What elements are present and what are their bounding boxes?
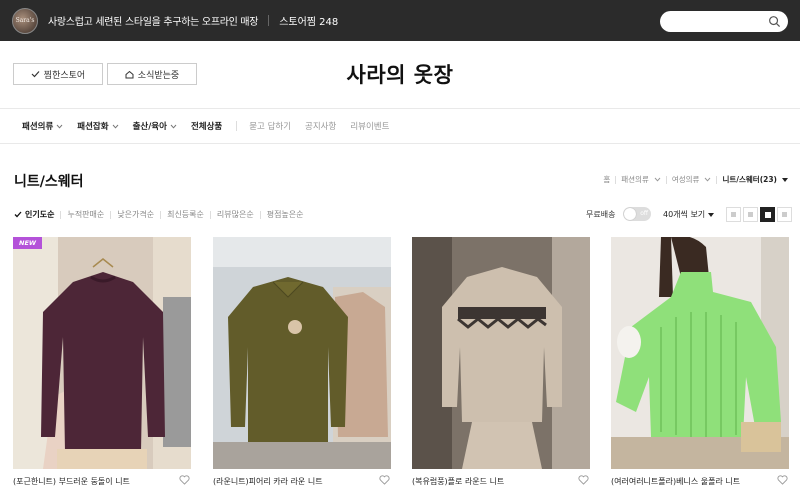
sort-high-rating[interactable]: 평점높은순 <box>267 209 304 220</box>
new-badge: NEW <box>13 237 43 249</box>
product-photo-khaki-knit <box>213 237 391 469</box>
store-avatar[interactable]: Sara's <box>12 7 38 34</box>
product-name[interactable]: (여러여러니트폴라)베니스 울폴라 니트 <box>611 476 789 487</box>
nav-link-review-event[interactable]: 리뷰이벤트 <box>350 120 389 132</box>
breadcrumb-item[interactable]: 여성의류 <box>672 174 700 185</box>
heart-icon[interactable] <box>777 475 788 485</box>
product-image[interactable]: NEW <box>13 237 191 469</box>
toggle-knob <box>624 208 636 220</box>
heart-icon[interactable] <box>578 475 589 485</box>
product-image[interactable] <box>412 237 590 469</box>
sort-popular[interactable]: 인기도순 <box>14 209 54 220</box>
divider <box>665 175 667 184</box>
divider <box>615 175 617 184</box>
product-card[interactable]: NEW (포근한니트) 부드러운 둥돌이 니트 <box>13 237 191 487</box>
divider <box>110 210 112 219</box>
sort-newest[interactable]: 최신등록순 <box>167 209 204 220</box>
heart-icon[interactable] <box>379 475 390 485</box>
view-grid-4-button[interactable] <box>760 207 775 222</box>
divider <box>160 210 162 219</box>
view-grid-2-button[interactable] <box>743 207 758 222</box>
divider <box>236 121 238 131</box>
nav-label: 패션잡화 <box>77 122 109 132</box>
divider <box>716 175 718 184</box>
free-shipping-toggle[interactable]: off <box>623 207 651 221</box>
product-image[interactable] <box>213 237 391 469</box>
caret-down-icon <box>782 177 788 182</box>
divider <box>0 143 800 144</box>
divider <box>209 210 211 219</box>
divider <box>268 15 270 26</box>
product-name[interactable]: (포근한니트) 부드러운 둥돌이 니트 <box>13 476 191 487</box>
sort-most-reviews[interactable]: 리뷰많은순 <box>217 209 254 220</box>
nav-label: 패션의류 <box>22 122 54 132</box>
store-pick-count[interactable]: 스토어찜 248 <box>279 13 338 28</box>
nav-item-fashion-goods[interactable]: 패션잡화 <box>77 120 118 132</box>
chevron-down-icon <box>112 124 118 129</box>
breadcrumb-item[interactable]: 패션의류 <box>621 174 649 185</box>
sort-low-price[interactable]: 낮은가격순 <box>117 209 154 220</box>
category-title: 니트/스웨터 <box>14 174 84 190</box>
per-page-label: 40개씩 보기 <box>663 210 706 219</box>
grid-view-icon <box>764 211 771 218</box>
free-shipping-label: 무료배송 <box>586 210 616 219</box>
divider <box>0 108 800 109</box>
chevron-down-icon <box>56 124 63 129</box>
product-photo-green-knit <box>611 237 789 469</box>
breadcrumb-current[interactable]: 니트/스웨터(23) <box>722 174 777 185</box>
product-card[interactable]: (복유럽풍)플로 라운드 니트 <box>412 237 590 487</box>
product-name[interactable]: (복유럽풍)플로 라운드 니트 <box>412 476 590 487</box>
breadcrumb: 홈 패션의류 여성의류 니트/스웨터(23) <box>603 174 788 185</box>
nav-label: 묻고 답하기 <box>249 122 292 132</box>
divider <box>60 210 62 219</box>
chevron-down-icon <box>170 124 177 129</box>
divider <box>259 210 261 219</box>
product-name[interactable]: (라운니트)피어리 카라 라운 니트 <box>213 476 391 487</box>
nav-label: 리뷰이벤트 <box>350 122 390 132</box>
check-icon <box>14 211 22 218</box>
store-tagline: 사랑스럽고 세련된 스타일을 추구하는 오프라인 매장 <box>48 17 259 28</box>
nav-item-all-products[interactable]: 전체상품 <box>191 120 222 132</box>
sort-options: 인기도순 누적판매순 낮은가격순 최신등록순 리뷰많은순 평점높은순 <box>14 209 310 220</box>
view-grid-large-button[interactable] <box>777 207 792 222</box>
category-nav: 패션의류 패션잡화 출산/육아 전체상품 묻고 답하기 공지사항 리뷰이벤트 <box>22 119 403 133</box>
sort-label: 인기도순 <box>25 210 55 219</box>
product-photo-nordic-knit <box>412 237 590 469</box>
nav-link-notice[interactable]: 공지사항 <box>305 120 336 132</box>
sort-cumulative-sales[interactable]: 누적판매순 <box>67 209 104 220</box>
breadcrumb-item[interactable]: 홈 <box>603 174 610 185</box>
nav-link-qna[interactable]: 묻고 답하기 <box>249 120 291 132</box>
list-view-icon <box>731 212 736 217</box>
chevron-down-icon <box>654 177 661 182</box>
caret-down-icon <box>708 212 715 217</box>
view-list-button[interactable] <box>726 207 741 222</box>
nav-item-baby[interactable]: 출산/육아 <box>133 120 177 132</box>
search-icon[interactable] <box>768 15 781 28</box>
nav-item-fashion-clothing[interactable]: 패션의류 <box>22 120 63 132</box>
grid-view-icon <box>782 212 787 217</box>
nav-label: 출산/육아 <box>132 122 167 132</box>
nav-label: 공지사항 <box>305 122 337 132</box>
grid-view-icon <box>748 212 753 217</box>
product-photo-purple-knit <box>13 237 191 469</box>
avatar-text: Sara's <box>15 17 35 24</box>
view-mode-switcher <box>726 207 792 222</box>
nav-label: 전체상품 <box>190 122 223 132</box>
toggle-state: off <box>640 210 648 217</box>
product-card[interactable]: (여러여러니트폴라)베니스 울폴라 니트 <box>611 237 789 487</box>
per-page-select[interactable]: 40개씩 보기 <box>663 209 715 220</box>
heart-icon[interactable] <box>179 475 190 485</box>
product-card[interactable]: (라운니트)피어리 카라 라운 니트 <box>213 237 391 487</box>
product-image[interactable] <box>611 237 789 469</box>
store-title[interactable]: 사라의 옷장 <box>0 59 800 89</box>
search-input[interactable] <box>660 11 788 32</box>
top-bar: Sara's 사랑스럽고 세련된 스타일을 추구하는 오프라인 매장 스토어찜 … <box>0 0 800 41</box>
chevron-down-icon <box>705 177 711 182</box>
